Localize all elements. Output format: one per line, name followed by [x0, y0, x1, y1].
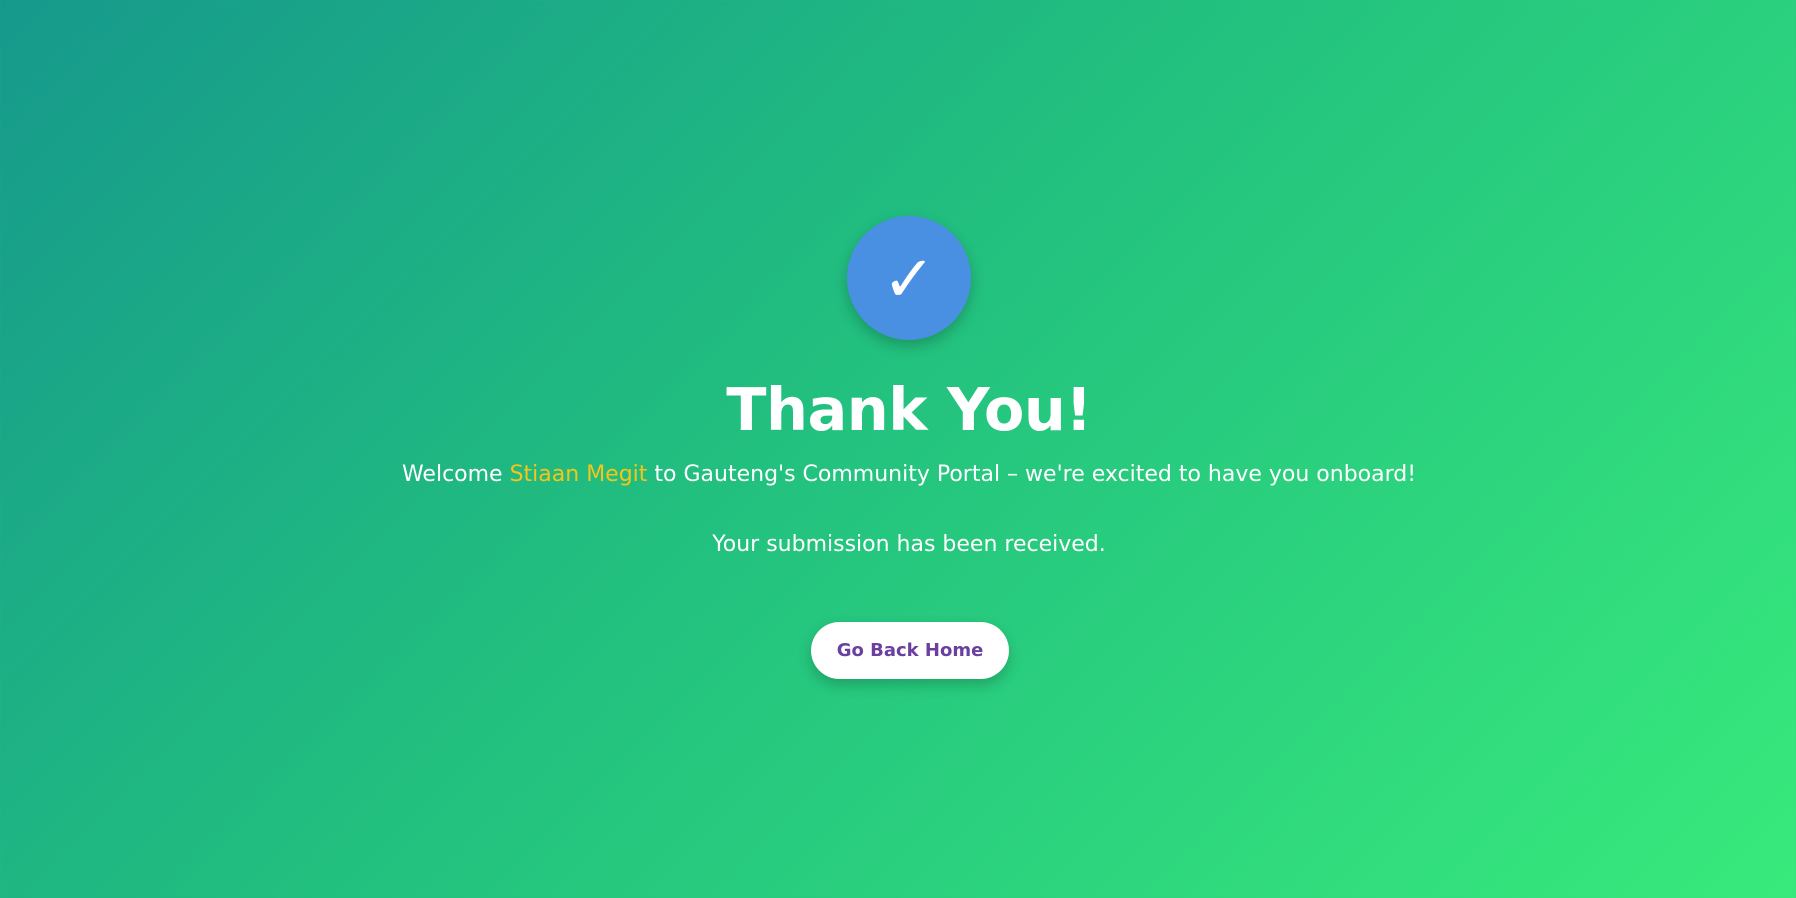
welcome-suffix: to Gauteng's Community Portal – we're ex…	[647, 462, 1417, 487]
welcome-message: Welcome Stiaan Megit to Gauteng's Commun…	[0, 459, 1796, 491]
welcome-prefix: Welcome	[401, 462, 510, 487]
confirmation-page: ✓ Thank You! Welcome Stiaan Megit to Gau…	[0, 0, 1796, 898]
check-icon: ✓	[882, 243, 936, 317]
user-name: Stiaan Megit	[509, 462, 648, 487]
success-badge: ✓	[847, 216, 971, 340]
go-back-home-button[interactable]: Go Back Home	[811, 622, 1009, 679]
submission-received-message: Your submission has been received.	[712, 532, 1106, 557]
page-title: Thank You!	[726, 375, 1092, 444]
